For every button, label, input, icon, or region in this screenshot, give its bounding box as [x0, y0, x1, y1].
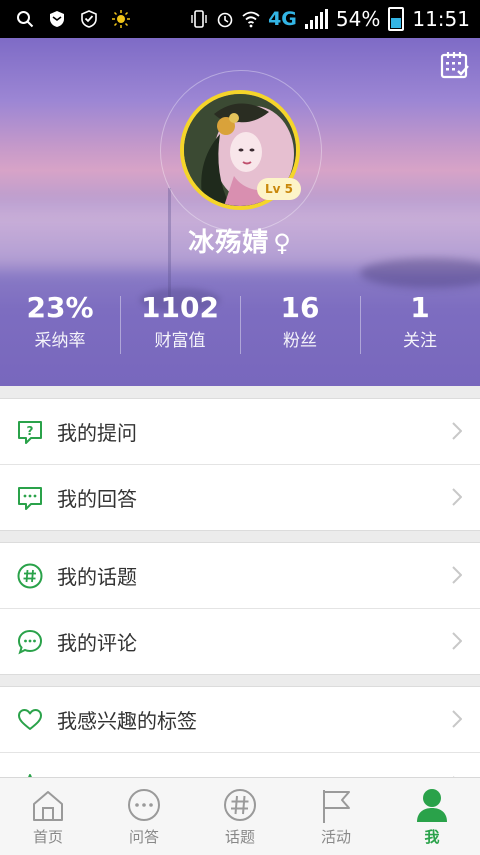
background-island [360, 258, 480, 288]
menu-item-my-topics[interactable]: 我的话题 [0, 543, 480, 608]
menu-group-questions: ? 我的提问 我的回答 [0, 398, 480, 531]
tab-label: 活动 [320, 828, 351, 846]
level-badge: Lv 5 [257, 178, 301, 200]
menu-item-label: 我的提问 [57, 421, 137, 445]
question-bubble-icon: ? [18, 420, 42, 444]
stat-value: 1 [410, 291, 430, 324]
username: 冰殇婧 [188, 228, 270, 258]
menu-item-my-comments[interactable]: 我的评论 [0, 608, 480, 674]
stat-value: 1102 [141, 291, 219, 324]
username-row: 冰殇婧 ♀ [0, 222, 480, 259]
battery-icon [388, 7, 405, 31]
stat-followers[interactable]: 16 粉丝 [240, 290, 360, 360]
stat-wealth[interactable]: 1102 财富值 [120, 290, 240, 360]
tab-label: 首页 [32, 828, 63, 846]
chevron-right-icon [452, 632, 462, 650]
stats-row: 23% 采纳率 1102 财富值 16 粉丝 1 关注 [0, 290, 480, 360]
svg-text:?: ? [27, 424, 34, 438]
chevron-right-icon [452, 422, 462, 440]
shield-icon [50, 11, 64, 27]
heart-icon [18, 708, 42, 730]
stat-following[interactable]: 1 关注 [360, 290, 480, 360]
profile-header: Lv 5 冰殇婧 ♀ 23% 采纳率 1102 财富值 16 粉丝 1 关注 [0, 38, 480, 386]
tab-home[interactable]: 首页 [0, 778, 96, 855]
menu-item-label: 我感兴趣的标签 [57, 709, 197, 733]
sun-icon [112, 10, 130, 28]
status-bar: 4G 54% 11:51 [0, 0, 480, 38]
hashtag-icon [224, 789, 256, 821]
stat-adoption-rate[interactable]: 23% 采纳率 [0, 290, 120, 360]
stat-label: 采纳率 [34, 331, 86, 351]
chevron-right-icon [452, 566, 462, 584]
tab-label: 话题 [224, 828, 255, 846]
stat-label: 关注 [403, 331, 437, 351]
bottom-tab-bar: 首页 问答 话题 活动 我 [0, 777, 480, 855]
tab-qa[interactable]: 问答 [96, 778, 192, 855]
menu-group-topics: 我的话题 我的评论 [0, 542, 480, 675]
tab-label: 我 [424, 828, 440, 846]
qa-bubble-icon [128, 789, 160, 821]
chevron-right-icon [452, 488, 462, 506]
profile-menu: ? 我的提问 我的回答 我的话题 我的评论 我感兴趣的标签 [0, 398, 480, 830]
alarm-icon [217, 12, 233, 28]
search-icon [17, 11, 34, 28]
female-gender-icon: ♀ [273, 229, 292, 257]
flag-icon [323, 790, 350, 823]
tab-me[interactable]: 我 [384, 778, 480, 855]
menu-item-label: 我的话题 [57, 565, 137, 589]
signal-icon [304, 9, 328, 29]
menu-item-interest-tags[interactable]: 我感兴趣的标签 [0, 687, 480, 752]
answer-bubble-icon [18, 486, 42, 510]
home-icon [33, 791, 63, 821]
tab-label: 问答 [128, 828, 159, 846]
calendar-checkin-icon[interactable] [440, 50, 470, 80]
menu-item-my-questions[interactable]: ? 我的提问 [0, 399, 480, 464]
menu-item-label: 我的评论 [57, 631, 137, 655]
wifi-icon [242, 11, 260, 28]
chevron-right-icon [452, 710, 462, 728]
tab-topics[interactable]: 话题 [192, 778, 288, 855]
vibrate-icon [191, 10, 207, 28]
comment-icon [17, 629, 43, 654]
menu-item-label: 我的回答 [57, 487, 137, 511]
menu-item-my-answers[interactable]: 我的回答 [0, 464, 480, 530]
stat-label: 财富值 [154, 331, 206, 351]
user-icon [417, 789, 447, 822]
network-type: 4G [268, 8, 297, 30]
shield-check-icon [81, 10, 97, 28]
tab-activities[interactable]: 活动 [288, 778, 384, 855]
clock: 11:51 [412, 7, 470, 31]
hashtag-icon [17, 563, 43, 588]
stat-value: 16 [280, 291, 320, 324]
battery-percent: 54% [335, 7, 381, 31]
stat-label: 粉丝 [283, 331, 317, 351]
stat-value: 23% [26, 291, 94, 324]
